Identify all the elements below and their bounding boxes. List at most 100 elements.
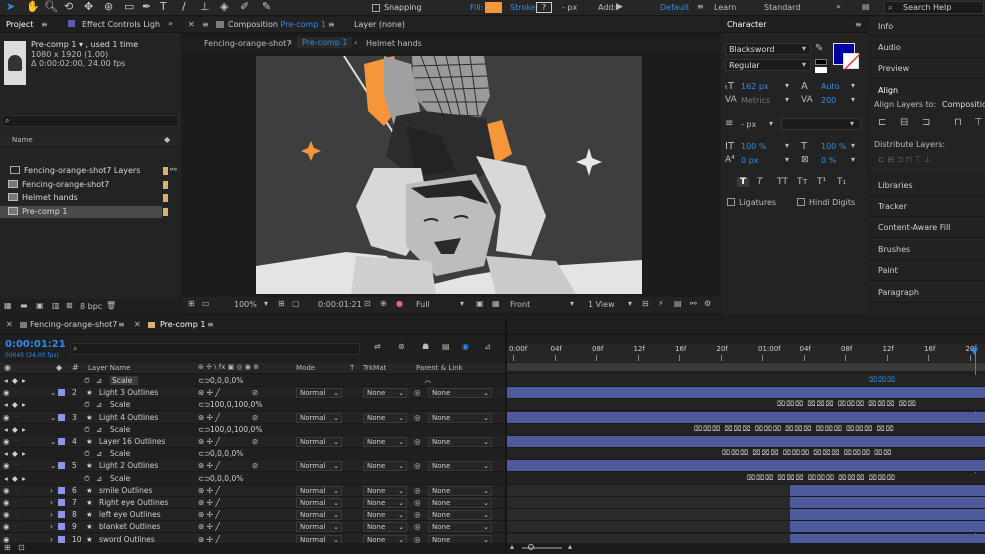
add-button-icon[interactable]: ▶ xyxy=(616,2,623,12)
type-tool-icon[interactable]: T xyxy=(160,1,167,13)
parent-dropdown[interactable]: None ⌄ xyxy=(428,388,492,399)
solo-icon[interactable]: ◦ xyxy=(14,510,18,519)
trkmat-dropdown[interactable]: None ⌄ xyxy=(363,388,407,399)
layer-duration-bar[interactable] xyxy=(507,411,985,424)
keyframe-nav-prev-icon[interactable]: ◂ xyxy=(4,474,8,483)
visibility-eye-icon[interactable]: ◉ xyxy=(3,461,10,470)
layer-switches-icon[interactable]: ⊛ ✢ ╱ xyxy=(198,498,220,507)
property-track[interactable] xyxy=(507,375,985,387)
keyframe-add-icon[interactable]: ◆ xyxy=(12,376,18,385)
sidebar-item-libraries[interactable]: Libraries xyxy=(878,181,913,190)
visibility-eye-icon[interactable]: ◉ xyxy=(3,437,10,446)
layer-name[interactable]: Light 2 Outlines xyxy=(99,461,158,470)
shy-icon[interactable]: ☗ xyxy=(422,342,429,351)
layer-switches-icon[interactable]: ⊛ ✢ ╱ xyxy=(198,522,220,531)
trkmat-dropdown[interactable]: None ⌄ xyxy=(363,437,407,447)
vscale-value[interactable]: 100 % xyxy=(741,142,766,151)
keyframes[interactable]: ⌧⌧⌧ ⌧⌧⌧ ⌧⌧⌧ ⌧⌧⌧ ⌧⌧ xyxy=(777,400,917,408)
playhead-handle-icon[interactable]: ▼ xyxy=(971,347,978,357)
solo-icon[interactable]: ◦ xyxy=(14,461,18,470)
expression-icon[interactable]: ෴ xyxy=(424,376,431,386)
mode-dropdown[interactable]: Normal ⌄ xyxy=(296,412,342,423)
interpret-footage-icon[interactable]: ▦ xyxy=(4,301,12,310)
layer-name[interactable]: blanket Outlines xyxy=(99,522,160,531)
comp-tab-menu-icon[interactable]: ≡ xyxy=(328,20,335,29)
expand-arrow-icon[interactable]: › xyxy=(50,486,53,495)
tsume-value[interactable]: 0 % xyxy=(821,156,836,165)
stroke-color-swatch[interactable] xyxy=(843,53,861,71)
workspace-overflow-icon[interactable]: » xyxy=(836,2,841,11)
stopwatch-icon[interactable]: ⏱ xyxy=(84,449,90,459)
keyframe-nav-prev-icon[interactable]: ◂ xyxy=(4,400,8,409)
monitor-icon[interactable]: ▭ xyxy=(202,299,210,308)
draft-3d-icon[interactable]: ⊛ xyxy=(398,342,405,351)
expand-arrow-icon[interactable]: › xyxy=(50,498,53,507)
project-search-input[interactable]: ⌕ xyxy=(2,115,179,127)
baseline-value[interactable]: 0 px xyxy=(741,156,758,165)
layer-row[interactable]: ◉ ◦ ⌄ 4 ★ Layer 16 Outlines ⊛ ✢ ╱ ⊘ Norm… xyxy=(0,436,505,448)
parent-dropdown[interactable]: None ⌄ xyxy=(428,412,492,423)
sidebar-item-tracker[interactable]: Tracker xyxy=(878,202,907,211)
property-track[interactable] xyxy=(507,472,985,485)
graph-icon[interactable]: ⊿ xyxy=(96,400,102,409)
layer-name[interactable]: Layer 16 Outlines xyxy=(99,437,165,446)
property-value[interactable]: 0,0,0,0% xyxy=(210,449,243,458)
layer-color-label[interactable] xyxy=(58,511,65,519)
trash-icon[interactable]: 🗑︎ xyxy=(106,301,116,310)
stroke-width-value[interactable]: - px xyxy=(741,120,756,129)
solo-icon[interactable]: ◦ xyxy=(14,498,18,507)
mode-dropdown[interactable]: Normal ⌄ xyxy=(296,388,342,399)
sidebar-item-preview[interactable]: Preview xyxy=(878,64,909,73)
mode-dropdown[interactable]: Normal ⌄ xyxy=(296,461,342,472)
align-hcenter-icon[interactable]: ⊟ xyxy=(900,117,908,128)
keyframe-nav-next-icon[interactable]: ▸ xyxy=(22,376,26,385)
style-select[interactable]: Regular ▾ xyxy=(725,59,811,71)
adjust-icon[interactable]: ▥ xyxy=(52,301,60,310)
keyframe-add-icon[interactable]: ◆ xyxy=(12,474,18,483)
mode-header[interactable]: Mode xyxy=(296,364,315,372)
zoom-in-icon[interactable]: ▴ xyxy=(568,542,572,551)
trkmat-header[interactable]: TrkMat xyxy=(363,364,386,372)
project-item[interactable]: Helmet hands xyxy=(0,192,162,204)
expand-arrow-icon[interactable]: ⌄ xyxy=(50,437,56,446)
new-folder-icon[interactable]: ▬ xyxy=(20,301,28,310)
keyframe-nav-next-icon[interactable]: ▸ xyxy=(22,400,26,409)
link-icon[interactable]: ⊂⊃ xyxy=(198,474,211,483)
label-color-swatch[interactable] xyxy=(163,194,168,202)
viewer-time[interactable]: 0:00:01:21 xyxy=(318,300,362,309)
toggle-view-icon[interactable]: ⊟ xyxy=(642,299,649,308)
roto-brush-tool-icon[interactable]: ✐ xyxy=(240,1,249,13)
tab-project[interactable]: Project xyxy=(6,20,33,29)
layer-name[interactable]: left eye Outlines xyxy=(99,510,161,519)
pickwhip-icon[interactable]: ◎ xyxy=(414,413,421,422)
comp-flowchart-icon[interactable]: ⇌ xyxy=(374,342,381,351)
mode-dropdown[interactable]: Normal ⌄ xyxy=(296,522,342,533)
trkmat-dropdown[interactable]: None ⌄ xyxy=(363,461,407,472)
color-icon[interactable]: ● xyxy=(396,299,403,308)
breadcrumb-item-active[interactable]: Pre-comp 1 xyxy=(297,37,353,48)
property-value[interactable]: 0,0,0,0% xyxy=(210,376,243,385)
keyframe-nav-next-icon[interactable]: ▸ xyxy=(22,425,26,434)
timeline-tab-menu-icon[interactable]: ≡ xyxy=(118,320,125,329)
breadcrumb-item-root[interactable]: Fencing-orange-shot7 xyxy=(204,39,291,48)
layer-color-label[interactable] xyxy=(58,462,65,470)
layer-row[interactable]: ◉ ◦ ⌄ 3 ★ Light 4 Outlines ⊛ ✢ ╱ ⊘ Norma… xyxy=(0,411,505,424)
grid-icon[interactable]: ⊞ xyxy=(278,299,285,308)
property-row[interactable]: ◂ ◆ ▸ ⏱ ⊿ Scale ⊂⊃ 0,0,0,0% xyxy=(0,472,505,485)
stroke-width[interactable]: - px xyxy=(562,3,577,12)
snapping-checkbox[interactable] xyxy=(372,4,380,12)
fast-preview-icon[interactable]: ⚡︎ xyxy=(658,299,664,308)
tab-character[interactable]: Character xyxy=(727,20,767,29)
tab-layer[interactable]: Layer (none) xyxy=(354,20,405,29)
reset-exposure-icon[interactable]: ⚙ xyxy=(704,299,711,308)
keyframes[interactable]: ⌧⌧⌧ ⌧⌧⌧ ⌧⌧⌧ ⌧⌧⌧ ⌧⌧⌧ ⌧⌧ xyxy=(722,449,892,457)
trkmat-dropdown[interactable]: None ⌄ xyxy=(363,510,407,521)
visibility-eye-icon[interactable]: ◉ xyxy=(3,522,10,531)
zoom-tool-icon[interactable]: 🔍︎ xyxy=(44,1,58,13)
pickwhip-icon[interactable]: ◎ xyxy=(414,498,421,507)
layer-name[interactable]: Right eye Outlines xyxy=(99,498,168,507)
layer-duration-bar[interactable] xyxy=(790,521,985,534)
pickwhip-icon[interactable]: ◎ xyxy=(414,461,421,470)
comp-close-icon[interactable]: ✕ xyxy=(188,20,195,29)
small-caps-button[interactable]: Tт xyxy=(797,177,808,187)
